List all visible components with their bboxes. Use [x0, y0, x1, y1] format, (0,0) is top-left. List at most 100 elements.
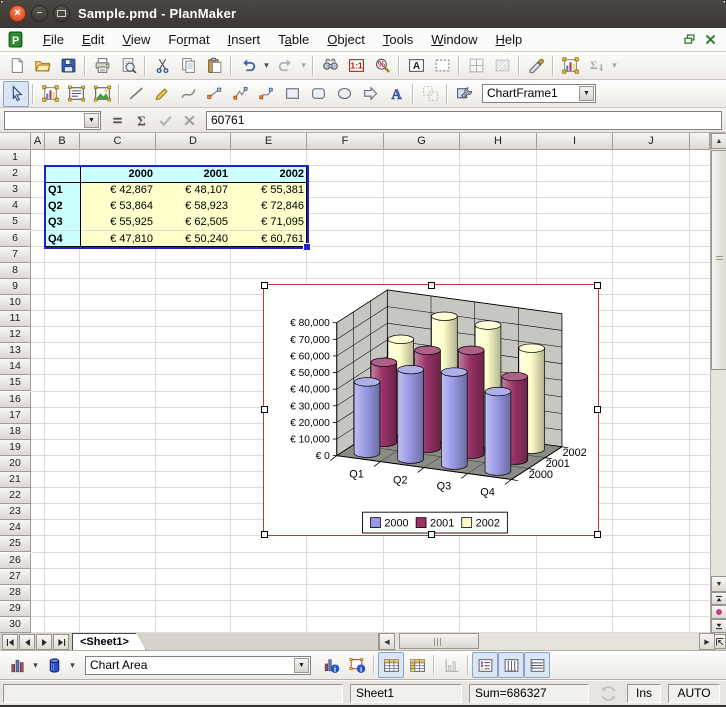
line-segment-button[interactable] [201, 81, 227, 107]
vertical-scrollbar[interactable]: ▲ ▼ [710, 133, 726, 633]
resize-handle-sw[interactable] [261, 531, 268, 538]
menu-format[interactable]: Format [159, 30, 218, 49]
row-header-27[interactable]: 27 [0, 569, 31, 585]
column-header-C[interactable]: C [80, 133, 156, 150]
row-header-23[interactable]: 23 [0, 504, 31, 520]
print-preview-button[interactable] [115, 53, 141, 79]
rectangle-button[interactable] [279, 81, 305, 107]
frame-selector[interactable]: ChartFrame1 ▼ [482, 84, 596, 103]
freehand-button[interactable] [149, 81, 175, 107]
horizontal-scroll-thumb[interactable] [399, 633, 479, 649]
image-frame-button[interactable] [89, 81, 115, 107]
ellipse-button[interactable] [331, 81, 357, 107]
curve-points-button[interactable] [253, 81, 279, 107]
chevron-down-icon[interactable]: ▼ [294, 658, 309, 673]
scroll-left-button[interactable]: ◀ [379, 633, 395, 650]
scroll-up-button[interactable]: ▲ [711, 133, 726, 149]
menu-tools[interactable]: Tools [374, 30, 422, 49]
name-box[interactable]: ▼ [4, 111, 101, 130]
titlebar[interactable]: × − Sample.pmd - PlanMaker [0, 0, 726, 29]
chart-type-dropdown[interactable]: ▾ [30, 660, 41, 671]
menu-window[interactable]: Window [422, 30, 486, 49]
status-sum[interactable]: Sum=686327 [469, 684, 589, 703]
chart-button[interactable] [557, 53, 583, 79]
column-header-H[interactable]: H [460, 133, 537, 150]
menu-object[interactable]: Object [318, 30, 374, 49]
row-header-18[interactable]: 18 [0, 424, 31, 440]
row-header-8[interactable]: 8 [0, 263, 31, 279]
menu-help[interactable]: Help [486, 30, 531, 49]
sigma-button[interactable] [129, 108, 153, 132]
group-button[interactable] [417, 81, 443, 107]
zoom-actual-button[interactable] [343, 53, 369, 79]
row-header-2[interactable]: 2 [0, 166, 31, 182]
text-art-button[interactable] [383, 81, 409, 107]
resize-handle-nw[interactable] [261, 282, 268, 289]
row-header-7[interactable]: 7 [0, 247, 31, 263]
row-header-9[interactable]: 9 [0, 279, 31, 295]
restore-window-icon[interactable] [683, 33, 696, 46]
mark-button[interactable] [711, 605, 726, 619]
object-properties-button[interactable] [451, 81, 477, 107]
format-paintbrush-button[interactable] [523, 53, 549, 79]
close-button[interactable]: × [9, 5, 26, 22]
select-arrow-button[interactable] [3, 81, 29, 107]
resize-handle-s[interactable] [428, 531, 435, 538]
row-header-17[interactable]: 17 [0, 408, 31, 424]
first-sheet-button[interactable] [2, 634, 18, 650]
split-down-button[interactable] [711, 619, 726, 633]
column-header-I[interactable]: I [537, 133, 613, 150]
frame-info-button[interactable] [344, 652, 370, 678]
rounded-rectangle-button[interactable] [305, 81, 331, 107]
cylinder-button[interactable] [41, 652, 67, 678]
chart-element-selector[interactable]: Chart Area ▼ [85, 656, 311, 675]
row-header-29[interactable]: 29 [0, 601, 31, 617]
cut-button[interactable] [149, 53, 175, 79]
last-sheet-button[interactable] [53, 634, 69, 650]
chart-frame-button[interactable] [37, 81, 63, 107]
copy-button[interactable] [175, 53, 201, 79]
autosum-dropdown[interactable]: ▾ [609, 60, 620, 71]
row-header-30[interactable]: 30 [0, 617, 31, 633]
text-frame-button[interactable] [403, 53, 429, 79]
legend-button[interactable] [472, 652, 498, 678]
select-all-corner[interactable] [0, 133, 31, 150]
formula-input[interactable] [206, 111, 722, 130]
table-cells-button[interactable] [404, 652, 430, 678]
h-gridlines-button[interactable] [524, 652, 550, 678]
status-insert-mode[interactable]: Ins [627, 684, 661, 703]
scroll-down-button[interactable]: ▼ [711, 576, 726, 592]
menu-insert[interactable]: Insert [219, 30, 270, 49]
status-auto[interactable]: AUTO [668, 684, 720, 703]
row-header-5[interactable]: 5 [0, 214, 31, 230]
scroll-origin-button[interactable] [714, 634, 726, 649]
grid-cells[interactable]: 200020012002Q1€ 42,867€ 48,107€ 55,381Q2… [31, 150, 710, 633]
row-header-11[interactable]: 11 [0, 311, 31, 327]
fill-handle[interactable] [303, 243, 311, 251]
redo-dropdown[interactable]: ▾ [298, 60, 309, 71]
close-window-icon[interactable] [704, 33, 717, 46]
column-header-G[interactable]: G [384, 133, 460, 150]
column-header-partial[interactable] [690, 133, 710, 150]
status-sheet[interactable]: Sheet1 [350, 684, 462, 703]
chevron-down-icon[interactable]: ▼ [579, 86, 594, 101]
save-button[interactable] [55, 53, 81, 79]
polygon-button[interactable] [357, 81, 383, 107]
equals-button[interactable] [105, 108, 129, 132]
frame-button[interactable] [429, 53, 455, 79]
row-header-28[interactable]: 28 [0, 585, 31, 601]
row-header-12[interactable]: 12 [0, 327, 31, 343]
text-frame-object-button[interactable] [63, 81, 89, 107]
resize-handle-se[interactable] [594, 531, 601, 538]
row-header-10[interactable]: 10 [0, 295, 31, 311]
row-header-24[interactable]: 24 [0, 520, 31, 536]
resize-handle-w[interactable] [261, 406, 268, 413]
next-sheet-button[interactable] [36, 634, 52, 650]
axes-button[interactable] [438, 652, 464, 678]
split-up-button[interactable] [711, 592, 726, 605]
row-header-25[interactable]: 25 [0, 536, 31, 552]
menu-file[interactable]: File [34, 30, 73, 49]
menu-edit[interactable]: Edit [73, 30, 113, 49]
find-button[interactable] [317, 53, 343, 79]
cancel-button[interactable] [177, 108, 201, 132]
